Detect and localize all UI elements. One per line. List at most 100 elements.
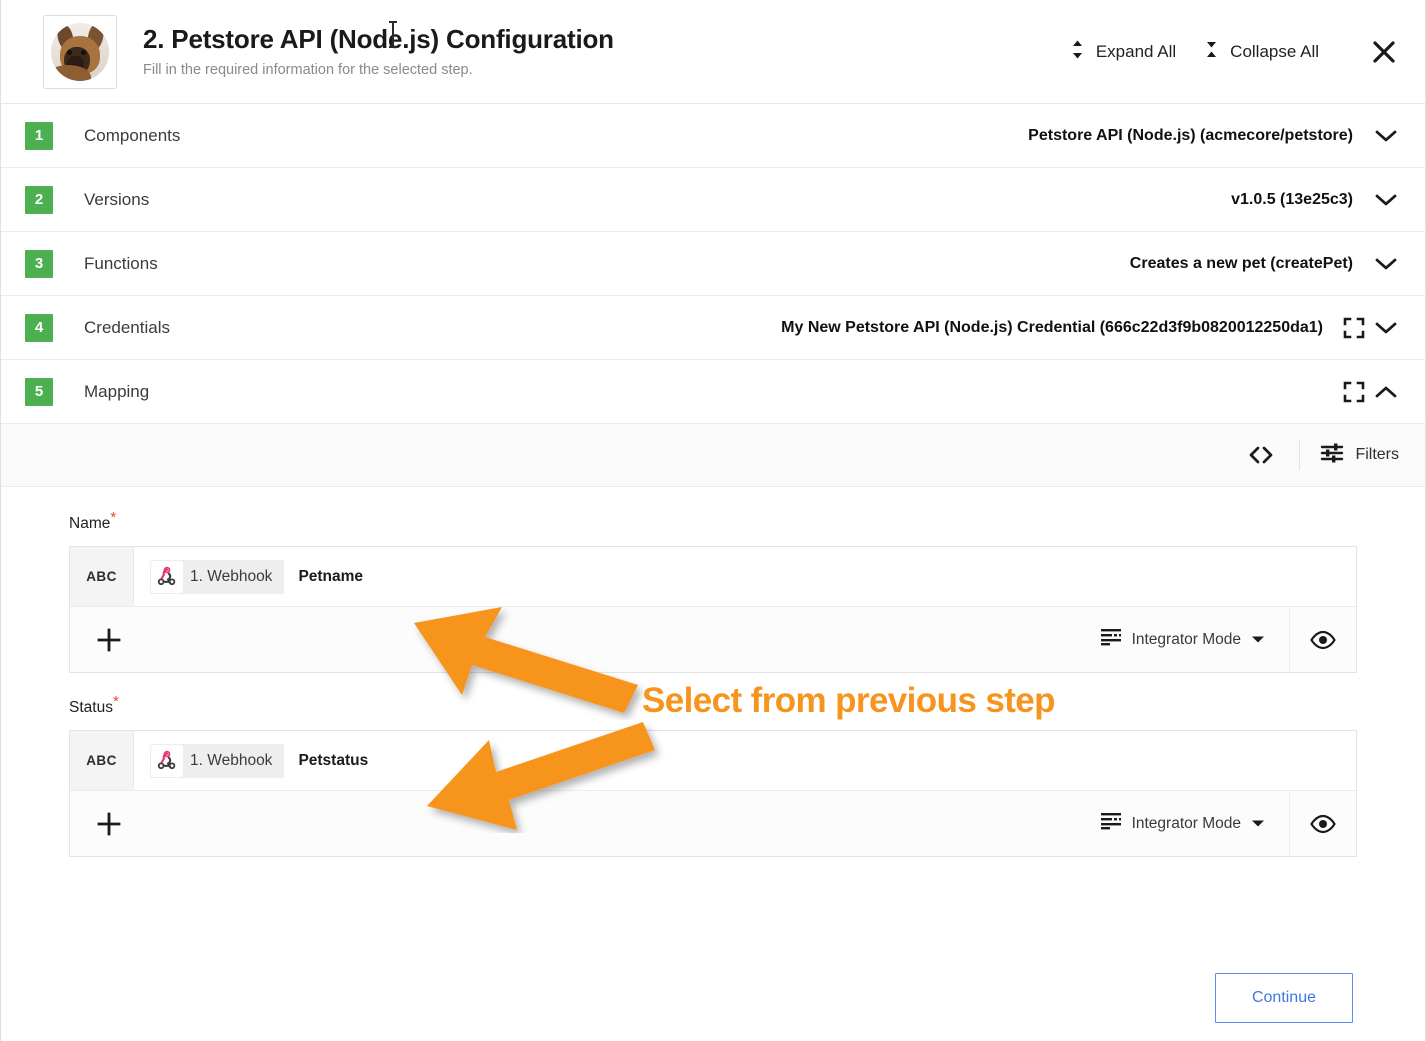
step-value: Petstore API (Node.js) (acmecore/petstor…: [1028, 126, 1353, 144]
field-label-name: Name*: [69, 510, 1357, 533]
step-number-badge: 5: [25, 377, 53, 406]
step-row-credentials[interactable]: 4 Credentials My New Petstore API (Node.…: [1, 296, 1425, 360]
page-subtitle: Fill in the required information for the…: [143, 61, 473, 78]
close-button[interactable]: [1367, 35, 1401, 69]
modal-header: 2. Petstore API (Node.js) Configuration …: [1, 0, 1425, 104]
step-label: Components: [84, 125, 181, 145]
page-title: 2. Petstore API (Node.js) Configuration: [143, 21, 614, 55]
modal-footer: Continue: [1, 973, 1425, 1023]
step-label: Mapping: [84, 381, 150, 401]
chevron-down-icon: [1375, 130, 1397, 141]
mapping-chip-source: 1. Webhook: [190, 567, 273, 585]
step-number-badge: 3: [25, 249, 53, 278]
step-number-badge: 1: [25, 121, 53, 150]
webhook-icon: [151, 560, 183, 593]
integrator-mode-label: Integrator Mode: [1131, 814, 1241, 832]
field-value-row: ABC 1. Web: [70, 731, 1356, 791]
field-input[interactable]: 1. Webhook Petname: [134, 547, 1356, 606]
header-text-block: 2. Petstore API (Node.js) Configuration …: [143, 21, 1056, 78]
filters-label: Filters: [1355, 446, 1399, 463]
field-label-text: Status: [69, 699, 113, 716]
step-toggle-chevron[interactable]: [1369, 129, 1403, 143]
fullscreen-button[interactable]: [1339, 377, 1369, 407]
chevron-down-icon: [1251, 631, 1265, 649]
mapping-chip-value: Petstatus: [284, 743, 383, 778]
integrator-mode-dropdown[interactable]: Integrator Mode: [1098, 807, 1267, 840]
field-actions-row: Integrator Mode: [70, 791, 1356, 856]
step-number-badge: 4: [25, 313, 53, 342]
chevron-up-icon: [1375, 386, 1397, 397]
mapping-field-status: ABC 1. Webhook Petstatus Integrator Mode: [69, 730, 1357, 857]
step-row-components[interactable]: 1 Components Petstore API (Node.js) (acm…: [1, 104, 1425, 168]
field-label-status: Status*: [69, 694, 1357, 717]
mapping-field-name: ABC 1. Webhook Petname Integrator Mode: [69, 546, 1357, 673]
chevron-down-icon: [1375, 258, 1397, 269]
fullscreen-icon: [1343, 381, 1365, 402]
field-type-badge: ABC: [70, 731, 134, 790]
step-value: v1.0.5 (13e25c3): [1231, 190, 1353, 208]
close-icon: [1373, 40, 1395, 63]
mapping-chip-value: Petname: [284, 559, 378, 594]
step-label: Versions: [84, 189, 150, 209]
short-text-icon: [1100, 812, 1122, 835]
required-marker: *: [110, 508, 117, 526]
field-label-text: Name: [69, 515, 111, 532]
expand-all-label: Expand All: [1095, 41, 1177, 61]
integrator-mode-dropdown[interactable]: Integrator Mode: [1098, 623, 1267, 656]
step-toggle-chevron[interactable]: [1369, 257, 1403, 271]
step-number-badge: 2: [25, 185, 53, 214]
eye-icon: [1310, 814, 1336, 833]
mapping-body: Name* ABC 1. Webhook Petname Integrator …: [1, 487, 1425, 857]
avatar: [43, 14, 117, 89]
page-title-text: 2. Petstore API (Node.js) Configuration: [143, 24, 614, 55]
field-type-badge: ABC: [70, 547, 134, 606]
collapse-all-icon: [1204, 39, 1219, 65]
mapping-chip-source: 1. Webhook: [190, 751, 273, 769]
integrator-mode-label: Integrator Mode: [1131, 630, 1241, 648]
step-label: Functions: [84, 253, 158, 273]
fullscreen-icon: [1343, 317, 1365, 338]
collapse-all-label: Collapse All: [1230, 41, 1319, 61]
step-value: My New Petstore API (Node.js) Credential…: [781, 318, 1323, 336]
plus-icon: [97, 628, 121, 651]
add-mapping-button[interactable]: [92, 807, 126, 841]
plus-icon: [97, 812, 121, 835]
field-input[interactable]: 1. Webhook Petstatus: [134, 731, 1356, 790]
filters-button[interactable]: Filters: [1316, 436, 1403, 475]
preview-toggle-button[interactable]: [1290, 630, 1356, 650]
expand-all-icon: [1070, 39, 1085, 65]
short-text-icon: [1100, 628, 1122, 651]
continue-button[interactable]: Continue: [1214, 973, 1353, 1023]
tune-icon: [1320, 442, 1344, 469]
chevron-down-icon: [1375, 194, 1397, 205]
toolbar-divider: [1299, 440, 1301, 470]
webhook-icon: [151, 744, 183, 777]
mapping-toolbar: Filters: [1, 424, 1425, 487]
configuration-modal: 2. Petstore API (Node.js) Configuration …: [0, 0, 1426, 1041]
dog-avatar-image: [51, 22, 109, 81]
chevron-down-icon: [1375, 322, 1397, 333]
field-value-row: ABC 1. Web: [70, 547, 1356, 607]
step-label: Credentials: [84, 317, 170, 337]
preview-toggle-button[interactable]: [1290, 814, 1356, 834]
step-toggle-chevron[interactable]: [1369, 321, 1403, 335]
step-toggle-chevron[interactable]: [1369, 193, 1403, 207]
chevron-down-icon: [1251, 815, 1265, 833]
step-row-mapping[interactable]: 5 Mapping: [1, 360, 1425, 424]
code-brackets-icon: [1250, 446, 1273, 464]
header-actions: Expand All Collapse All: [1056, 33, 1401, 71]
add-mapping-button[interactable]: [92, 623, 126, 657]
mapping-chip[interactable]: 1. Webhook Petstatus: [150, 743, 383, 778]
field-actions-row: Integrator Mode: [70, 607, 1356, 672]
step-row-versions[interactable]: 2 Versions v1.0.5 (13e25c3): [1, 168, 1425, 232]
fullscreen-button[interactable]: [1339, 313, 1369, 343]
code-view-button[interactable]: [1239, 433, 1283, 477]
step-value: Creates a new pet (createPet): [1129, 254, 1353, 272]
step-row-functions[interactable]: 3 Functions Creates a new pet (createPet…: [1, 232, 1425, 296]
collapse-all-button[interactable]: Collapse All: [1190, 33, 1333, 71]
step-toggle-chevron[interactable]: [1369, 385, 1403, 399]
eye-icon: [1310, 630, 1336, 649]
expand-all-button[interactable]: Expand All: [1056, 33, 1190, 71]
mapping-chip[interactable]: 1. Webhook Petname: [150, 559, 378, 594]
required-marker: *: [112, 692, 119, 710]
